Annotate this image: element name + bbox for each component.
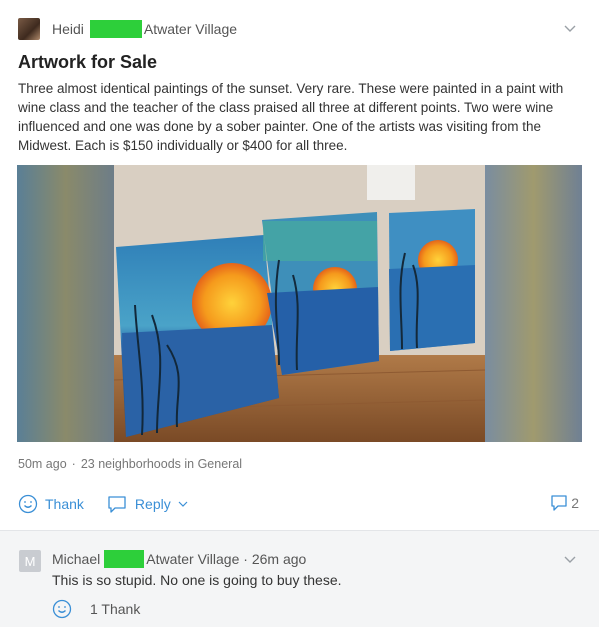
speech-bubble-icon [108, 496, 126, 513]
post-audience[interactable]: 23 neighborhoods in General [81, 457, 242, 471]
author-neighborhood[interactable]: Atwater Village [144, 21, 237, 37]
comment-count-button[interactable]: 2 [550, 494, 579, 512]
chevron-down-icon[interactable] [563, 553, 577, 567]
commenter-name[interactable]: Michael [52, 551, 100, 567]
redaction-box [89, 20, 142, 38]
smiley-icon [18, 494, 38, 514]
chevron-down-icon[interactable] [177, 498, 189, 510]
comment-neighborhood-time: Atwater Village · 26m ago [146, 551, 307, 567]
commenter-avatar[interactable]: M [19, 550, 41, 572]
post-time: 50m ago [18, 457, 67, 471]
comment-icon [551, 495, 567, 511]
post-photo[interactable] [17, 165, 582, 442]
comment-count: 2 [571, 495, 579, 511]
paintings-image [17, 165, 582, 442]
post-title: Artwork for Sale [18, 52, 158, 72]
author-name[interactable]: Heidi [52, 21, 84, 37]
redaction-box [104, 550, 145, 568]
smiley-icon [52, 599, 72, 619]
reply-label: Reply [134, 496, 171, 512]
post-actions: Thank Reply [18, 492, 218, 516]
comment-text: This is so stupid. No one is going to bu… [52, 572, 342, 588]
comment-thank-count: 1 Thank [90, 601, 141, 617]
comment-thank-button[interactable]: 1 Thank [52, 599, 140, 619]
post-card: Heidi Atwater Village Artwork for Sale T… [0, 0, 599, 530]
meta-separator: · [71, 457, 76, 471]
thank-label: Thank [45, 496, 84, 512]
post-meta: 50m ago · 23 neighborhoods in General [18, 457, 242, 471]
post-body: Three almost identical paintings of the … [18, 81, 564, 153]
author-avatar[interactable] [18, 18, 40, 40]
post-header: Heidi Atwater Village [18, 18, 237, 40]
reply-button[interactable]: Reply [106, 494, 196, 514]
comment-header: Michael Atwater Village · 26m ago [52, 550, 306, 568]
comment-item: M Michael Atwater Village · 26m ago This… [0, 530, 599, 627]
thank-button[interactable]: Thank [18, 494, 84, 514]
chevron-down-icon[interactable] [563, 22, 577, 36]
